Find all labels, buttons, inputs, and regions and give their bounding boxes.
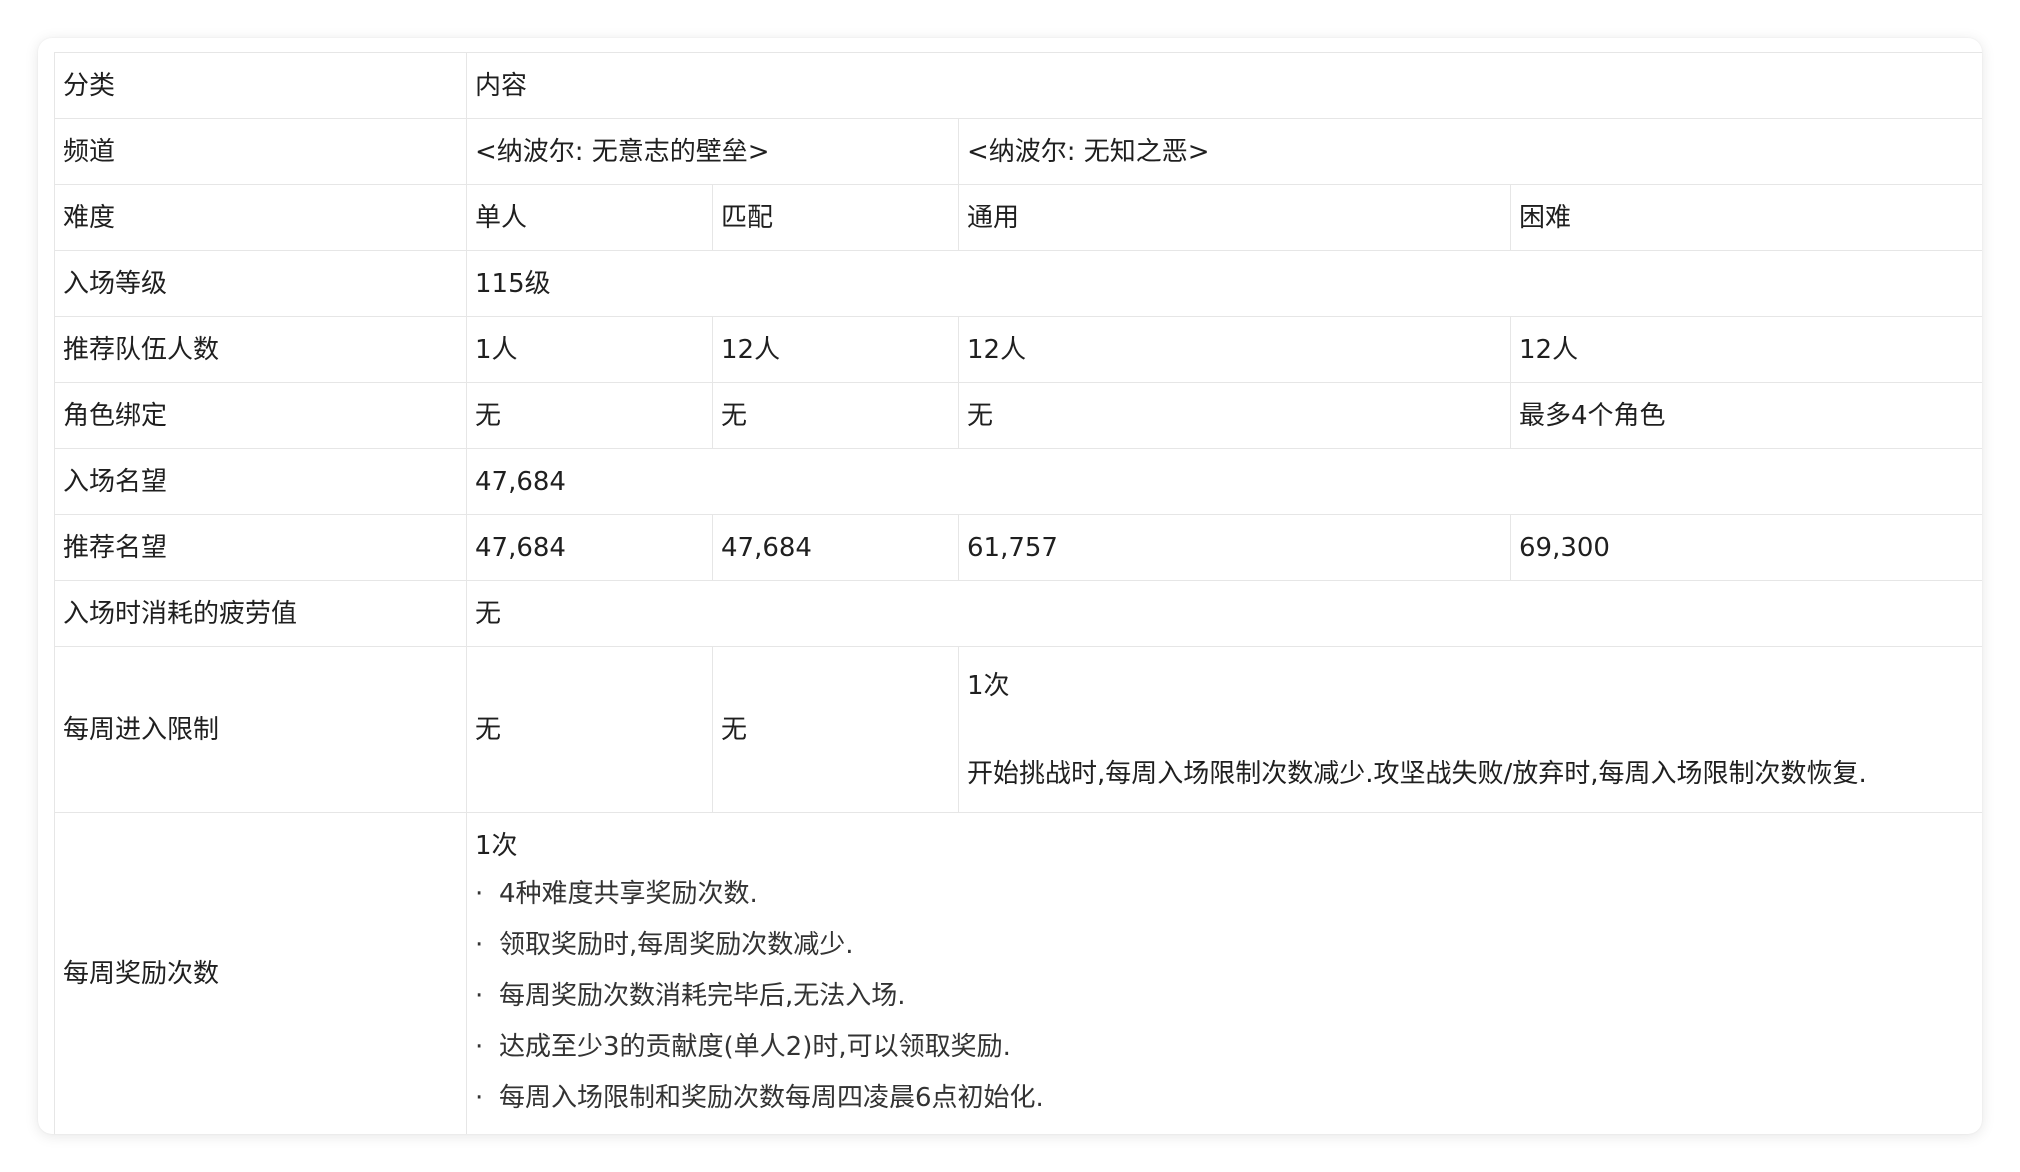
bullet-icon: · [475,879,484,909]
list-item: · 达成至少3的贡献度(单人2)时,可以领取奖励. [475,1022,1974,1073]
table-row-fatigue: 入场时消耗的疲劳值 无 [54,580,1982,647]
fame-solo: 47,684 [466,514,713,581]
bullet-icon: · [475,981,484,1011]
note-text: 达成至少3的贡献度(单人2)时,可以领取奖励. [499,1032,1011,1062]
note-text: 每周入场限制和奖励次数每周四凌晨6点初始化. [499,1083,1044,1113]
row-label: 角色绑定 [54,382,467,449]
table-row-weekly-limit: 每周进入限制 无 无 1次 开始挑战时,每周入场限制次数减少.攻坚战失败/放弃时… [54,646,1982,813]
channel-2-cell: <纳波尔: 无知之恶> [957,118,1982,185]
content-card: 分类 内容 频道 <纳波尔: 无意志的壁垒> <纳波尔: 无知之恶> 难度 单人… [38,38,1982,1134]
row-label: 推荐队伍人数 [54,316,467,383]
difficulty-hard: 困难 [1509,184,1982,251]
row-label: 推荐名望 [54,514,467,581]
note-text: 每周奖励次数消耗完毕后,无法入场. [499,981,906,1011]
party-size-hard: 12人 [1509,316,1982,383]
party-size-match: 12人 [712,316,959,383]
weekly-reward-content: 1次 · 4种难度共享奖励次数. · 领取奖励时,每周奖励次数减少. · 每周奖励次数… [465,812,1982,1134]
table-row-party-size: 推荐队伍人数 1人 12人 12人 12人 [54,316,1982,383]
weekly-reward-count: 1次 [475,831,518,861]
raid-info-table: 分类 内容 频道 <纳波尔: 无意志的壁垒> <纳波尔: 无知之恶> 难度 单人… [54,52,1982,1134]
bind-normal: 无 [958,382,1511,449]
table-row-difficulty: 难度 单人 匹配 通用 困难 [54,184,1982,251]
fame-normal: 61,757 [958,514,1511,581]
bullet-icon: · [475,930,484,960]
weekly-limit-shared: 1次 开始挑战时,每周入场限制次数减少.攻坚战失败/放弃时,每周入场限制次数恢复… [957,646,1982,813]
row-label: 入场等级 [54,250,467,317]
bind-solo: 无 [466,382,713,449]
row-value: 内容 [465,52,1982,119]
list-item: · 领取奖励时,每周奖励次数减少. [475,920,1974,971]
table-row-weekly-reward: 每周奖励次数 1次 · 4种难度共享奖励次数. · 领取奖励时,每周奖励次数减少. … [54,812,1982,1134]
row-label: 难度 [54,184,467,251]
row-label: 入场时消耗的疲劳值 [54,580,467,647]
table-row-category: 分类 内容 [54,52,1982,119]
channel-1-cell: <纳波尔: 无意志的壁垒> [466,118,959,185]
row-label: 每周奖励次数 [54,812,467,1134]
table-row-character-bind: 角色绑定 无 无 无 最多4个角色 [54,382,1982,449]
party-size-solo: 1人 [466,316,713,383]
bind-hard: 最多4个角色 [1509,382,1982,449]
row-label: 分类 [54,52,467,119]
table-row-recommended-fame: 推荐名望 47,684 47,684 61,757 69,300 [54,514,1982,581]
row-label: 每周进入限制 [54,646,467,813]
difficulty-solo: 单人 [466,184,713,251]
weekly-reward-notes: · 4种难度共享奖励次数. · 领取奖励时,每周奖励次数减少. · 每周奖励次数消耗完… [475,869,1974,1124]
difficulty-normal: 通用 [958,184,1511,251]
bind-match: 无 [712,382,959,449]
row-value: 115级 [465,250,1982,317]
party-size-normal: 12人 [958,316,1511,383]
difficulty-match: 匹配 [712,184,959,251]
table-row-channel: 频道 <纳波尔: 无意志的壁垒> <纳波尔: 无知之恶> [54,118,1982,185]
note-text: 4种难度共享奖励次数. [499,879,758,909]
row-label: 频道 [54,118,467,185]
weekly-limit-solo: 无 [466,646,713,813]
weekly-limit-match: 无 [712,646,959,813]
weekly-limit-note: 开始挑战时,每周入场限制次数减少.攻坚战失败/放弃时,每周入场限制次数恢复. [967,758,1867,789]
table-row-entry-level: 入场等级 115级 [54,250,1982,317]
row-value: 47,684 [465,448,1982,515]
fame-hard: 69,300 [1509,514,1982,581]
list-item: · 每周入场限制和奖励次数每周四凌晨6点初始化. [475,1073,1974,1124]
list-item: · 每周奖励次数消耗完毕后,无法入场. [475,971,1974,1022]
list-item: · 4种难度共享奖励次数. [475,869,1974,920]
table-row-entry-fame: 入场名望 47,684 [54,448,1982,515]
row-label: 入场名望 [54,448,467,515]
bullet-icon: · [475,1083,484,1113]
note-text: 领取奖励时,每周奖励次数减少. [499,930,854,960]
bullet-icon: · [475,1032,484,1062]
weekly-limit-count: 1次 [967,670,1010,701]
fame-match: 47,684 [712,514,959,581]
row-value: 无 [465,580,1982,647]
